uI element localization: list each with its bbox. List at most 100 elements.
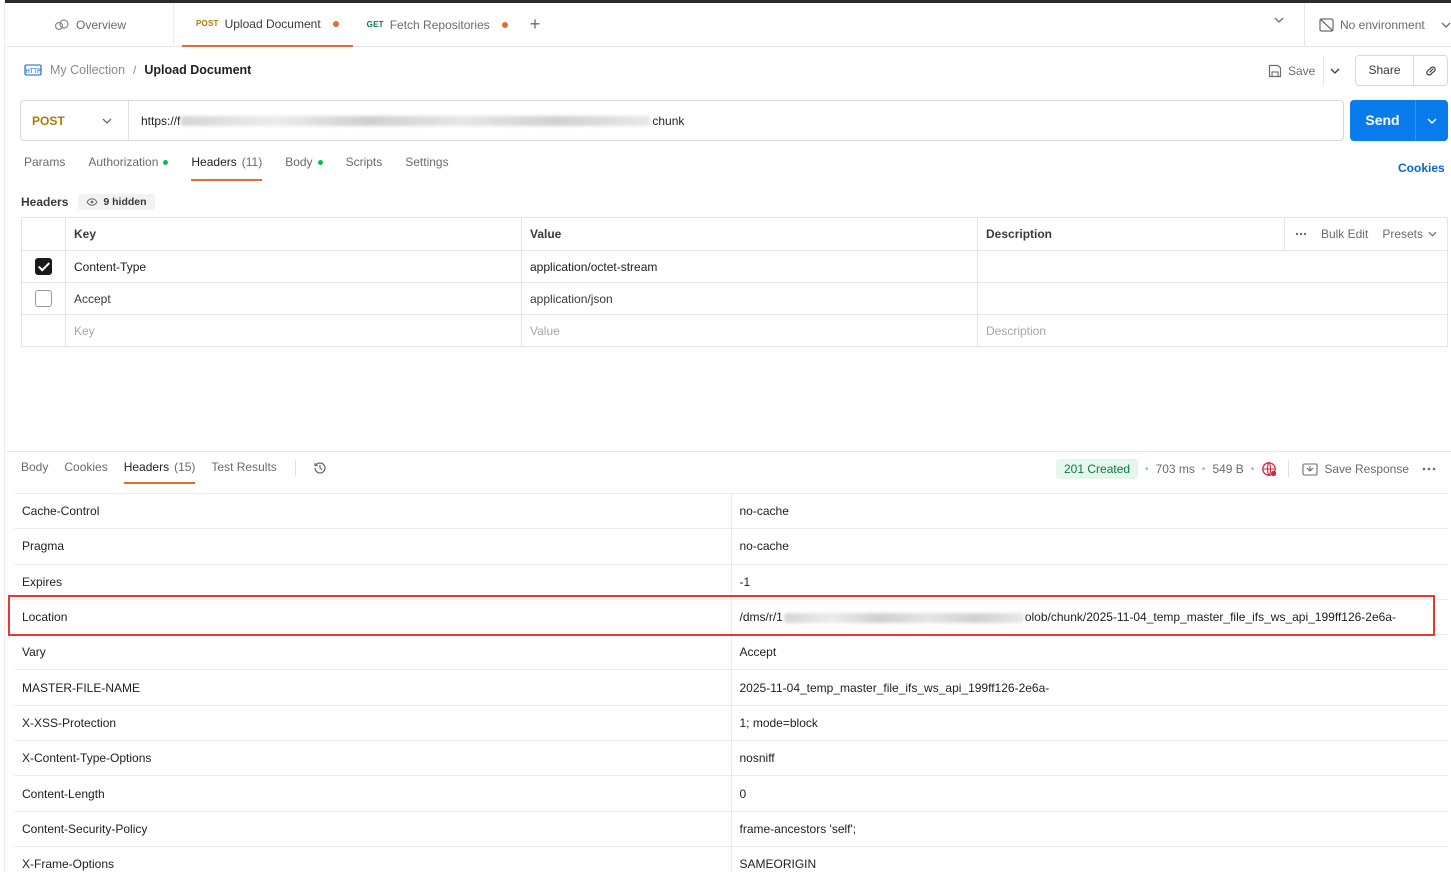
save-response-label: Save Response (1324, 462, 1410, 476)
response-tab-test-results[interactable]: Test Results (211, 460, 276, 484)
tab-label: Headers (191, 155, 237, 169)
row-checkbox-cell (21, 314, 66, 347)
response-header-key: X-Content-Type-Options (14, 740, 732, 776)
network-globe-icon[interactable] (1261, 461, 1277, 477)
url-input[interactable]: https://f chunk (129, 114, 684, 128)
response-header-key: Content-Security-Policy (14, 810, 732, 847)
save-icon (1268, 64, 1282, 78)
hidden-headers-toggle[interactable]: 9 hidden (78, 194, 155, 210)
response-header-value: nosniff (731, 740, 1448, 776)
location-suffix: olob/chunk/2025-11-04_temp_master_file_i… (1024, 610, 1396, 625)
tab-label: Overview (76, 17, 127, 32)
redacted-location-segment (783, 612, 1024, 623)
response-header-key: Cache-Control (14, 492, 732, 529)
presets-dropdown[interactable]: Presets (1382, 227, 1437, 241)
table-row: Expires -1 (14, 563, 1448, 600)
send-button[interactable]: Send (1350, 100, 1416, 141)
breadcrumb-separator: / (133, 63, 137, 77)
cookies-link[interactable]: Cookies (1398, 161, 1445, 175)
new-description-input[interactable]: Description (977, 314, 1448, 347)
copy-link-button[interactable] (1414, 56, 1447, 85)
save-button[interactable]: Save (1266, 56, 1325, 86)
request-headers-table: Key Value Description Bulk Edit Presets (21, 217, 1448, 347)
hidden-count: 9 hidden (103, 196, 147, 208)
url-prefix: https://f (141, 113, 181, 128)
header-key-cell[interactable]: Content-Type (65, 250, 522, 283)
request-tabs: Params Authorization Headers (11) Body Sc… (24, 155, 449, 183)
status-badge[interactable]: 201 Created (1056, 459, 1139, 479)
left-edge (0, 0, 5, 872)
eye-icon (86, 198, 98, 206)
save-response-button[interactable]: Save Response (1302, 462, 1409, 476)
bulk-edit-button[interactable]: Bulk Edit (1321, 227, 1368, 241)
environment-selector[interactable]: No environment (1304, 3, 1451, 47)
send-options-button[interactable] (1416, 118, 1448, 124)
table-row: Content-Type application/octet-stream (21, 250, 1448, 283)
http-icon: HTTP (24, 63, 42, 77)
column-description: Description Bulk Edit Presets (977, 217, 1448, 251)
tab-method: GET (366, 20, 384, 29)
tab-label: Scripts (345, 155, 383, 169)
chevron-down-icon (1428, 231, 1437, 237)
tab-body[interactable]: Body (285, 155, 323, 181)
tab-count: (15) (174, 460, 196, 474)
row-checkbox[interactable] (35, 258, 52, 275)
new-tab-button[interactable]: + (530, 14, 541, 35)
method-selector[interactable]: POST (21, 101, 129, 140)
tab-authorization[interactable]: Authorization (88, 155, 169, 181)
save-options-button[interactable] (1324, 68, 1346, 74)
response-header-value: /dms/r/1 olob/chunk/2025-11-04_temp_maste… (731, 598, 1448, 635)
tab-headers[interactable]: Headers (11) (191, 155, 263, 181)
headers-title-row: Headers 9 hidden (21, 192, 155, 212)
tab-settings[interactable]: Settings (405, 155, 448, 181)
new-key-input[interactable]: Key (65, 314, 522, 347)
response-header-key: X-Frame-Options (14, 845, 732, 872)
table-row: Content-Length 0 (14, 775, 1448, 812)
header-description-cell[interactable] (977, 250, 1448, 283)
new-value-input[interactable]: Value (521, 314, 978, 347)
table-row: Vary Accept (14, 634, 1448, 670)
more-options-icon[interactable] (1295, 232, 1307, 236)
response-size[interactable]: 549 B (1212, 462, 1243, 476)
tab-label: Headers (123, 460, 170, 474)
row-checkbox-cell (21, 282, 66, 315)
tab-fetch-repositories[interactable]: GET Fetch Repositories (353, 3, 522, 47)
share-button[interactable]: Share (1356, 56, 1414, 85)
table-tools: Bulk Edit Presets (1283, 218, 1447, 250)
tab-overview[interactable]: Overview (6, 2, 174, 47)
tab-scripts[interactable]: Scripts (346, 155, 383, 181)
share-group: Share (1355, 55, 1448, 86)
header-description-cell[interactable] (977, 282, 1448, 315)
response-header-value: SAMEORIGIN (731, 845, 1448, 872)
response-header-value: Accept (731, 634, 1448, 670)
history-icon[interactable] (312, 460, 328, 476)
header-value-cell[interactable]: application/octet-stream (521, 250, 978, 283)
row-checkbox[interactable] (35, 290, 52, 307)
tab-label: Body (21, 460, 49, 474)
link-icon (1424, 64, 1438, 78)
response-header-value: 1; mode=block (731, 704, 1448, 741)
response-divider[interactable] (6, 451, 1451, 452)
more-options-icon[interactable] (1422, 467, 1436, 471)
no-environment-icon (1319, 18, 1334, 32)
tab-params[interactable]: Params (24, 155, 65, 181)
url-suffix: chunk (652, 113, 685, 128)
response-tab-body[interactable]: Body (21, 460, 48, 484)
table-header-row: Key Value Description Bulk Edit Presets (21, 217, 1448, 251)
response-time[interactable]: 703 ms (1156, 462, 1195, 476)
header-value-cell[interactable]: application/json (521, 282, 978, 315)
response-tab-headers[interactable]: Headers (15) (123, 460, 196, 484)
unsaved-dot (501, 21, 508, 28)
breadcrumb-current[interactable]: Upload Document (144, 63, 251, 77)
response-tab-cookies[interactable]: Cookies (64, 460, 107, 484)
response-header-value: no-cache (731, 528, 1448, 565)
breadcrumb-collection[interactable]: My Collection (50, 63, 125, 77)
chevron-down-icon[interactable] (1274, 17, 1284, 23)
response-header-key: Expires (14, 563, 732, 600)
active-indicator-dot (163, 160, 169, 165)
send-group: Send (1350, 100, 1448, 141)
header-key-cell[interactable]: Accept (65, 282, 522, 315)
tab-upload-document[interactable]: POST Upload Document (182, 3, 353, 47)
tab-label: Authorization (88, 155, 159, 169)
save-group: Save (1266, 56, 1346, 86)
